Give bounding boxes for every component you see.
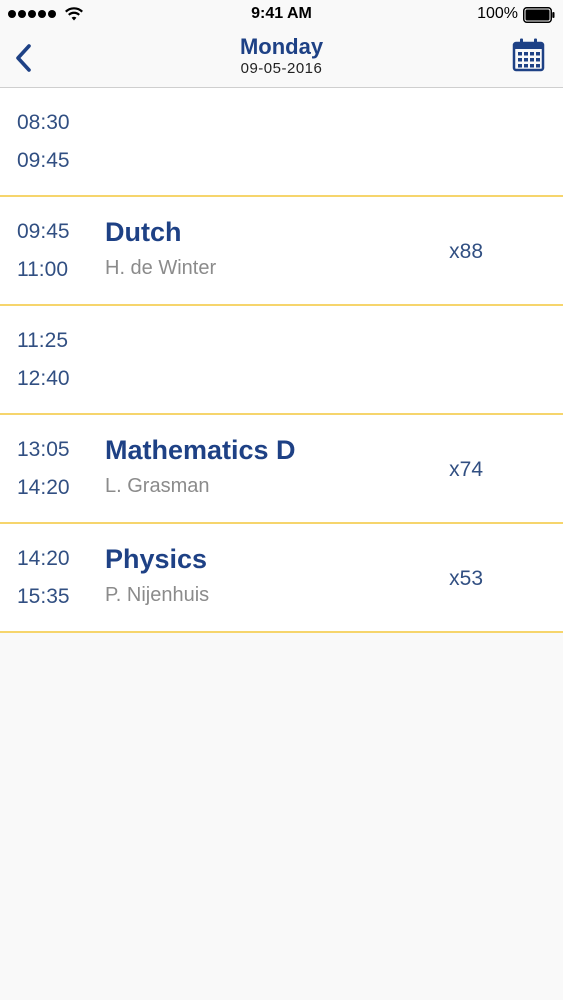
start-time: 14:20 [17, 547, 70, 570]
calendar-button[interactable] [511, 37, 547, 73]
schedule-row[interactable]: 09:45 11:00 Dutch H. de Winter x88 [0, 197, 563, 306]
teacher-name: H. de Winter [105, 257, 217, 279]
calendar-icon [512, 38, 545, 72]
schedule-row[interactable]: 14:20 15:35 Physics P. Nijenhuis x53 [0, 524, 563, 633]
room-number: x88 [449, 240, 483, 263]
schedule-list: 08:30 09:45 09:45 11:00 Dutch H. de Wint… [0, 88, 563, 633]
end-time: 14:20 [17, 476, 70, 499]
schedule-row[interactable]: 13:05 14:20 Mathematics D L. Grasman x74 [0, 415, 563, 524]
navigation-bar: Monday 09-05-2016 [0, 30, 563, 88]
start-time: 08:30 [17, 111, 70, 134]
end-time: 15:35 [17, 585, 70, 608]
page-title: Monday [239, 34, 324, 59]
status-bar: 9:41 AM 100% [0, 0, 563, 30]
teacher-name: P. Nijenhuis [105, 584, 210, 606]
schedule-row[interactable]: 11:25 12:40 [0, 306, 563, 415]
page-date: 09-05-2016 [240, 60, 323, 77]
schedule-row[interactable]: 08:30 09:45 [0, 88, 563, 197]
end-time: 12:40 [17, 367, 70, 390]
battery-icon [523, 7, 555, 23]
end-time: 11:00 [17, 258, 68, 281]
start-time: 11:25 [17, 329, 68, 352]
start-time: 13:05 [17, 438, 70, 461]
end-time: 09:45 [17, 149, 70, 172]
nav-title-block: Monday 09-05-2016 [0, 34, 563, 78]
battery-percentage: 100% [477, 5, 518, 22]
room-number: x53 [449, 567, 483, 590]
teacher-name: L. Grasman [105, 475, 210, 497]
subject-name: Dutch [105, 217, 182, 247]
subject-name: Physics [105, 544, 208, 574]
room-number: x74 [449, 458, 483, 481]
subject-name: Mathematics D [105, 435, 296, 465]
start-time: 09:45 [17, 220, 70, 243]
